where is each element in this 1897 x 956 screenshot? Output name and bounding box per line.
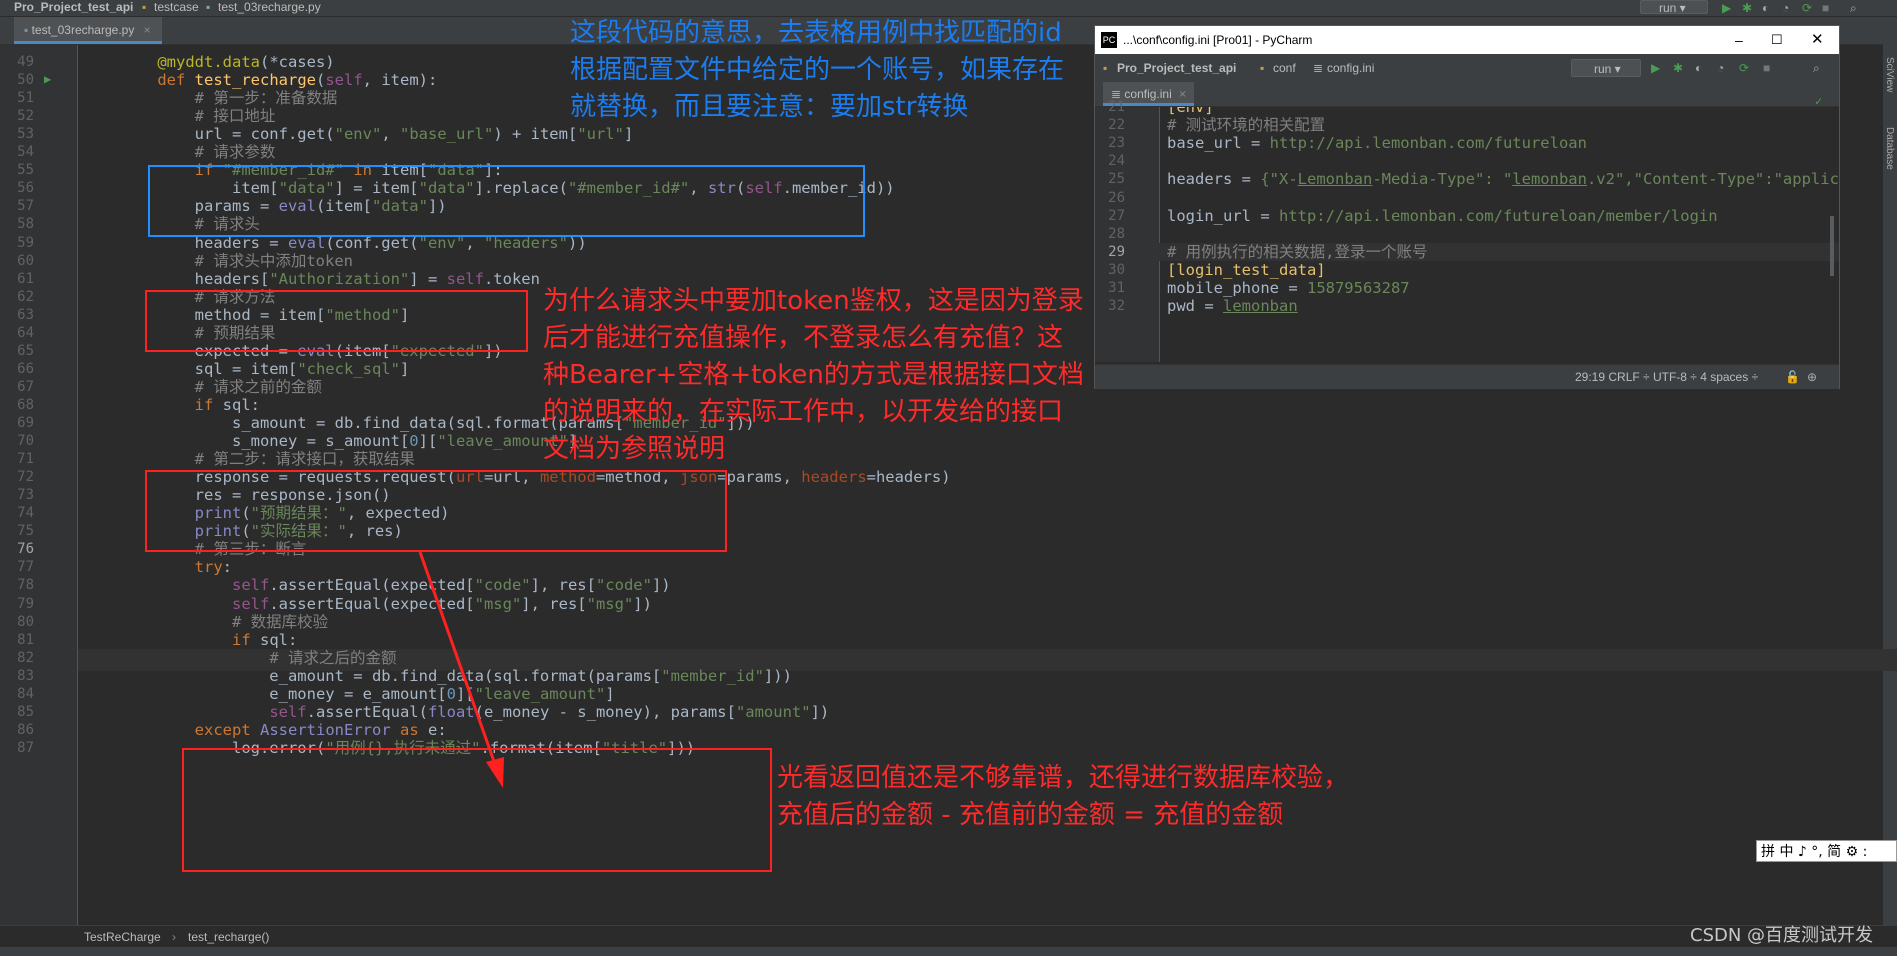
debug-icon[interactable]: ✱ xyxy=(1673,54,1683,82)
blue-annotation-note: 这段代码的意思，去表格用例中找匹配的id 根据配置文件中给定的一个账号，如果存在… xyxy=(570,18,1065,122)
ime-toolbar-text: 拼 中 ♪ °, 简 ⚙ : xyxy=(1761,844,1868,860)
config-tab-bar: ≣ config.ini × xyxy=(1095,82,1839,107)
close-icon[interactable]: × xyxy=(1179,87,1186,101)
stop-icon[interactable]: ■ xyxy=(1763,54,1770,82)
ime-toolbar[interactable]: 拼 中 ♪ °, 简 ⚙ : xyxy=(1756,840,1897,862)
check-icon: ✓ xyxy=(1815,94,1823,108)
code-breadcrumb-bar: TestReCharge › test_recharge() xyxy=(0,925,1897,948)
token-annotation-note: 为什么请求头中要加token鉴权，这是因为登录 后才能进行充值操作，不登录怎么有… xyxy=(543,286,1084,464)
config-line: mobile_phone = 15879563287 xyxy=(1167,279,1410,297)
scrollbar-thumb[interactable] xyxy=(1830,216,1834,276)
coverage-icon[interactable]: ◐ xyxy=(1695,54,1702,82)
breadcrumb-file[interactable]: config.ini xyxy=(1327,54,1374,82)
chevron-right-icon: › xyxy=(172,930,176,944)
config-line: # 测试环境的相关配置 xyxy=(1167,116,1326,135)
config-navigation-bar: ▪ Pro_Project_test_api ▪ conf ≣ config.i… xyxy=(1095,54,1839,82)
config-line: base_url = http://api.lemonban.com/futur… xyxy=(1167,134,1587,153)
minimize-icon[interactable]: – xyxy=(1735,26,1743,54)
maximize-icon[interactable]: ☐ xyxy=(1771,26,1783,54)
config-line: [login_test_data] xyxy=(1167,260,1326,279)
config-line: [env] xyxy=(1167,107,1214,116)
breadcrumb-folder[interactable]: conf xyxy=(1273,54,1296,82)
close-window-icon[interactable]: ✕ xyxy=(1811,26,1824,54)
folder-icon: ▪ xyxy=(1260,61,1265,75)
config-line: headers = {"X-Lemonban-Media-Type": "lem… xyxy=(1167,170,1839,189)
db-annotation-note: 光看返回值还是不够靠谱，还得进行数据库校验， 充值后的金额 - 充值前的金额 =… xyxy=(777,763,1350,830)
search-icon[interactable]: ⌕ xyxy=(1813,54,1820,82)
window-title: ...\conf\config.ini [Pro01] - PyCharm xyxy=(1123,33,1313,47)
ini-file-icon: ≣ xyxy=(1313,61,1324,75)
run-config-label: run xyxy=(1594,62,1612,76)
pycharm-config-window: PC ...\conf\config.ini [Pro01] - PyCharm… xyxy=(1094,25,1840,389)
status-text[interactable]: 29:19 CRLF ÷ UTF-8 ÷ 4 spaces ÷ xyxy=(1575,365,1758,389)
breadcrumb-project[interactable]: Pro_Project_test_api xyxy=(1117,54,1236,82)
folder-icon: ▪ xyxy=(1103,61,1108,75)
breadcrumb-class[interactable]: TestReCharge xyxy=(84,926,161,948)
lock-icon[interactable]: 🔓 xyxy=(1785,365,1800,389)
inspector-icon[interactable]: ⊕ xyxy=(1807,365,1817,389)
status-bar xyxy=(0,947,1897,956)
concurrency-icon[interactable]: ⟳ xyxy=(1739,54,1749,82)
config-line: pwd = lemonban xyxy=(1167,297,1298,316)
watermark-text: CSDN @百度测试开发 xyxy=(1690,925,1874,946)
config-line: login_url = http://api.lemonban.com/futu… xyxy=(1167,206,1718,225)
breadcrumb-method[interactable]: test_recharge() xyxy=(188,926,269,948)
config-editor[interactable]: [env] # 测试环境的相关配置 base_url = http://api.le… xyxy=(1095,107,1839,362)
arrow-head xyxy=(486,757,504,788)
run-config-select[interactable]: run ▾ xyxy=(1571,59,1641,77)
pycharm-logo-icon: PC xyxy=(1101,32,1117,48)
run-icon[interactable]: ▶ xyxy=(1651,54,1660,82)
tab-label: config.ini xyxy=(1124,87,1172,101)
arrow-line xyxy=(418,551,499,771)
window-title-bar: PC ...\conf\config.ini [Pro01] - PyCharm… xyxy=(1095,26,1839,54)
config-line: # 用例执行的相关数据,登录一个账号 xyxy=(1159,242,1839,261)
profile-icon[interactable]: ◔ xyxy=(1717,54,1724,82)
config-status-bar: 29:19 CRLF ÷ UTF-8 ÷ 4 spaces ÷ 🔓 ⊕ xyxy=(1095,364,1839,389)
